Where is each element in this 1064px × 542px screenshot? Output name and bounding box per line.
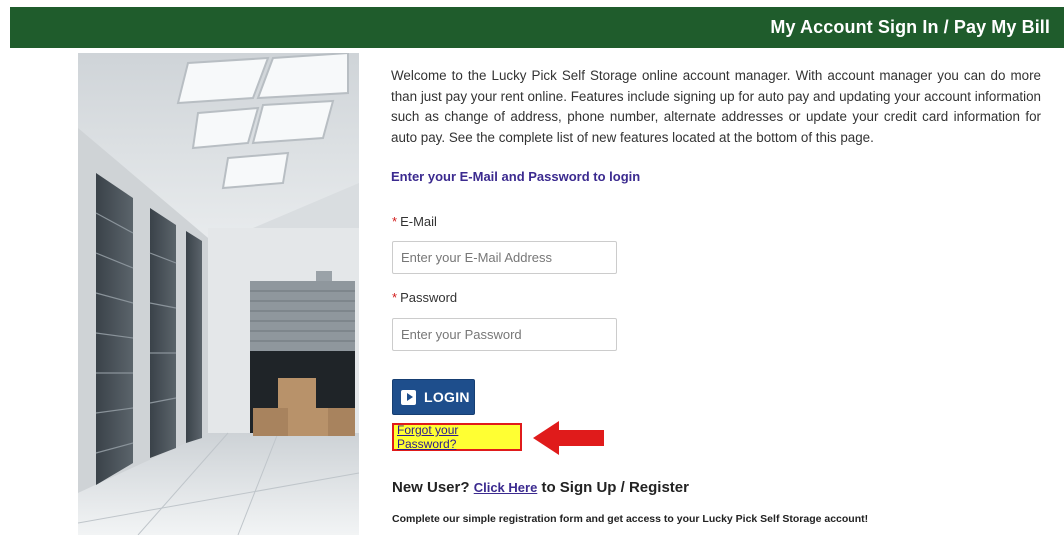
login-heading: Enter your E-Mail and Password to login <box>391 169 641 184</box>
sign-up-link[interactable]: Click Here <box>474 480 538 495</box>
play-icon <box>401 389 416 405</box>
page-title: My Account Sign In / Pay My Bill <box>770 17 1050 37</box>
registration-note: Complete our simple registration form an… <box>392 513 869 525</box>
password-label-text: Password <box>400 290 458 305</box>
password-input[interactable] <box>392 318 617 351</box>
forgot-password-link[interactable]: Forgot your Password? <box>397 423 520 451</box>
required-marker: * <box>392 290 398 305</box>
storage-hallway-illustration <box>78 53 359 535</box>
login-button-label: LOGIN <box>424 389 470 405</box>
intro-section: Welcome to the Lucky Pick Self Storage o… <box>391 66 1041 148</box>
email-label: * E-Mail <box>392 214 437 229</box>
new-user-prefix: New User? <box>392 479 470 496</box>
login-button[interactable]: LOGIN <box>392 379 475 415</box>
storage-hallway-image <box>78 53 359 535</box>
email-label-text: E-Mail <box>400 214 437 229</box>
red-arrow-icon <box>533 421 604 455</box>
forgot-password-highlight: Forgot your Password? <box>392 423 522 451</box>
password-label: * Password <box>392 290 457 305</box>
required-marker: * <box>392 214 398 229</box>
email-input[interactable] <box>392 241 617 274</box>
intro-text: Welcome to the Lucky Pick Self Storage o… <box>391 68 1041 145</box>
new-user-line: New User? Click Here to Sign Up / Regist… <box>392 479 689 496</box>
new-user-suffix: to Sign Up / Register <box>541 479 689 496</box>
page-header: My Account Sign In / Pay My Bill <box>10 7 1064 48</box>
